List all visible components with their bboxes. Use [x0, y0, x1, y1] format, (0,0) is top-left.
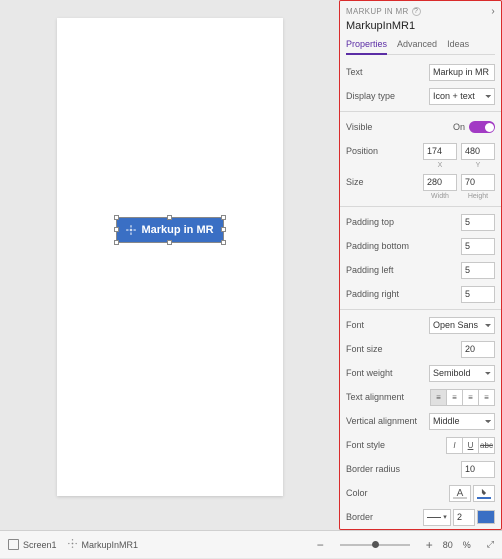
control-icon: [67, 538, 78, 551]
control-name: MarkupInMR1: [346, 19, 495, 36]
strike-button[interactable]: abc: [478, 437, 495, 454]
position-y-input[interactable]: [461, 143, 495, 160]
control-breadcrumb[interactable]: MarkupInMR1: [67, 538, 139, 551]
panel-breadcrumb: MARKUP IN MR: [346, 7, 409, 16]
align-center-button[interactable]: ≡: [446, 389, 463, 406]
align-left-button[interactable]: ≡: [430, 389, 447, 406]
border-style-select[interactable]: ▾: [423, 509, 451, 526]
markup-in-mr-control[interactable]: Markup in MR: [117, 218, 223, 242]
tab-advanced[interactable]: Advanced: [397, 36, 437, 54]
label-pad-left: Padding left: [346, 265, 461, 275]
visible-toggle[interactable]: [469, 121, 495, 133]
markup-icon: [125, 224, 137, 236]
label-position: Position: [346, 146, 423, 156]
display-type-select[interactable]: Icon + text: [429, 88, 495, 105]
collapse-chevron-icon[interactable]: ›: [491, 6, 495, 17]
label-pad-bottom: Padding bottom: [346, 241, 461, 251]
align-right-button[interactable]: ≡: [462, 389, 479, 406]
font-color-button[interactable]: A: [449, 485, 471, 502]
label-pad-right: Padding right: [346, 289, 461, 299]
screen-breadcrumb[interactable]: Screen1: [8, 539, 57, 550]
label-size: Size: [346, 177, 423, 187]
border-color-swatch[interactable]: [477, 510, 495, 524]
position-x-input[interactable]: [423, 143, 457, 160]
pad-top-input[interactable]: [461, 214, 495, 231]
size-h-input[interactable]: [461, 174, 495, 191]
status-bar: Screen1 MarkupInMR1 − + 80% ⤢: [0, 530, 502, 558]
pad-left-input[interactable]: [461, 262, 495, 279]
artboard[interactable]: Markup in MR: [57, 18, 283, 496]
label-text: Text: [346, 67, 429, 77]
text-align-group: ≡ ≡ ≡ ≡: [430, 389, 495, 406]
border-width-input[interactable]: [453, 509, 475, 526]
pad-right-input[interactable]: [461, 286, 495, 303]
fill-color-button[interactable]: [473, 485, 495, 502]
control-label: Markup in MR: [141, 224, 213, 236]
text-input[interactable]: [429, 64, 495, 81]
label-vert-align: Vertical alignment: [346, 416, 429, 426]
label-font-size: Font size: [346, 344, 461, 354]
label-font: Font: [346, 320, 429, 330]
label-font-weight: Font weight: [346, 368, 429, 378]
zoom-in-button[interactable]: +: [426, 538, 433, 552]
label-visible: Visible: [346, 122, 453, 132]
label-color: Color: [346, 488, 449, 498]
font-select[interactable]: Open Sans: [429, 317, 495, 334]
zoom-value: 80: [443, 540, 453, 550]
label-pad-top: Padding top: [346, 217, 461, 227]
font-size-input[interactable]: [461, 341, 495, 358]
canvas-area[interactable]: Markup in MR: [0, 0, 339, 530]
fullscreen-button[interactable]: ⤢: [487, 539, 494, 550]
font-weight-select[interactable]: Semibold: [429, 365, 495, 382]
vert-align-select[interactable]: Middle: [429, 413, 495, 430]
zoom-out-button[interactable]: −: [317, 538, 324, 552]
border-radius-input[interactable]: [461, 461, 495, 478]
screen-icon: [8, 539, 19, 550]
tab-ideas[interactable]: Ideas: [447, 36, 469, 54]
label-display-type: Display type: [346, 91, 429, 101]
help-icon[interactable]: ?: [412, 7, 421, 16]
underline-button[interactable]: U: [462, 437, 479, 454]
size-w-input[interactable]: [423, 174, 457, 191]
tab-bar: Properties Advanced Ideas: [346, 36, 495, 55]
label-border-radius: Border radius: [346, 464, 461, 474]
label-font-style: Font style: [346, 440, 446, 450]
label-border: Border: [346, 512, 423, 522]
align-justify-button[interactable]: ≡: [478, 389, 495, 406]
italic-button[interactable]: I: [446, 437, 463, 454]
tab-properties[interactable]: Properties: [346, 36, 387, 55]
font-style-group: I U abc: [446, 437, 495, 454]
label-text-align: Text alignment: [346, 392, 430, 402]
properties-panel: MARKUP IN MR ? › MarkupInMR1 Properties …: [339, 0, 502, 530]
pad-bottom-input[interactable]: [461, 238, 495, 255]
zoom-slider[interactable]: [340, 544, 410, 546]
